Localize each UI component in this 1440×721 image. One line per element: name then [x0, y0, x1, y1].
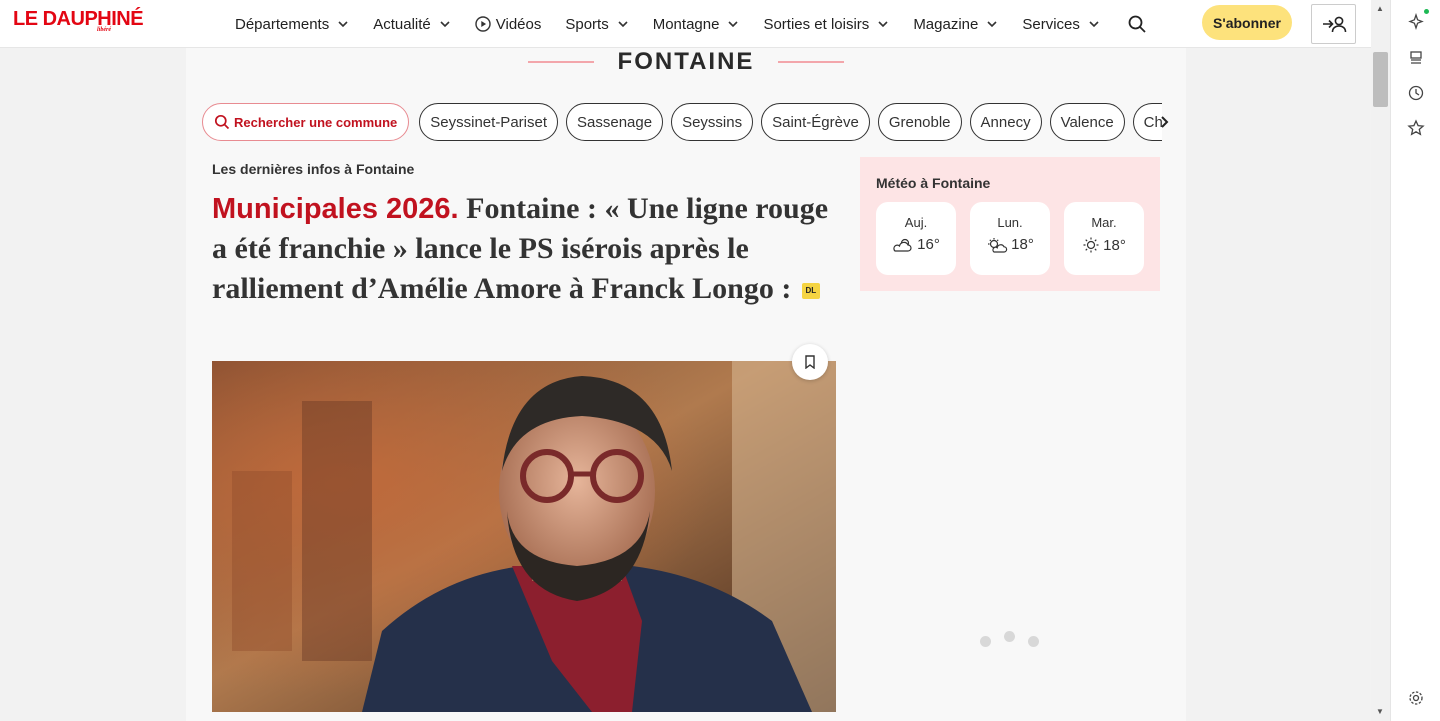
main-nav: Départements Actualité Vidéos Sports Mon…	[235, 0, 1124, 48]
weather-day: Lun.	[997, 215, 1023, 230]
scroll-up-arrow-icon[interactable]: ▲	[1376, 4, 1384, 13]
nav-label: Montagne	[652, 15, 720, 33]
title-rule-left	[527, 61, 594, 63]
chevron-down-icon	[1089, 21, 1099, 28]
star-icon[interactable]	[1407, 119, 1425, 137]
sparkle-icon[interactable]	[1407, 13, 1425, 31]
nav-label: Vidéos	[495, 15, 542, 33]
nav-item-sports[interactable]: Sports	[565, 16, 628, 33]
chevron-down-icon	[440, 21, 450, 28]
article-headline[interactable]: Municipales 2026. Fontaine : « Une ligne…	[212, 189, 836, 309]
loader-dot	[1028, 636, 1039, 647]
weather-title: Météo à Fontaine	[876, 175, 991, 191]
chip-seyssinet-pariset[interactable]: Seyssinet-Pariset	[419, 103, 558, 141]
nav-label: Départements	[235, 15, 330, 33]
nav-item-montagne[interactable]: Montagne	[653, 16, 740, 33]
chevron-down-icon	[618, 21, 628, 28]
article-kicker: Municipales 2026.	[212, 193, 459, 225]
nav-label: Actualité	[373, 15, 431, 33]
sun-behind-cloud-icon	[988, 237, 1008, 253]
weather-card-tuesday[interactable]: Mar. 18°	[1064, 202, 1144, 275]
login-user-icon	[1322, 16, 1346, 33]
history-icon[interactable]	[1407, 84, 1425, 102]
weather-temp: 16°	[917, 236, 940, 253]
chevron-right-icon[interactable]	[1157, 113, 1173, 131]
weather-temp: 18°	[1103, 236, 1126, 254]
nav-label: Magazine	[913, 15, 979, 33]
bookmark-icon	[805, 355, 815, 369]
search-commune-label: Rechercher une commune	[234, 114, 398, 130]
commune-chips: Rechercher une commune Seyssinet-Pariset…	[202, 103, 1162, 141]
weather-card-monday[interactable]: Lun. 18°	[970, 202, 1050, 275]
chevron-down-icon	[338, 21, 348, 28]
loader-dot	[1004, 631, 1015, 642]
weather-card-today[interactable]: Auj. 16°	[876, 202, 956, 275]
title-rule-right	[778, 61, 845, 63]
cloud-sun-icon	[893, 238, 912, 252]
nav-label: Services	[1022, 15, 1080, 33]
chevron-down-icon	[728, 21, 739, 28]
page-title: FONTAINE	[617, 48, 755, 75]
chip-saint-egreve[interactable]: Saint-Égrève	[761, 103, 870, 141]
chip-valence[interactable]: Valence	[1049, 103, 1125, 141]
article-photo[interactable]	[212, 361, 836, 712]
subscribe-button[interactable]: S'abonner	[1202, 5, 1292, 40]
play-circle-icon	[475, 16, 491, 32]
login-button[interactable]	[1311, 4, 1356, 44]
nav-label: Sorties et loisirs	[763, 15, 870, 33]
search-icon[interactable]	[1127, 14, 1147, 34]
sun-icon	[1083, 237, 1099, 253]
main-content: FONTAINE Rechercher une commune Seyssine…	[186, 48, 1186, 721]
weather-widget[interactable]: Météo à Fontaine Auj. 16° Lun. 18° Mar. …	[860, 157, 1160, 291]
search-icon	[214, 114, 230, 130]
chevron-down-icon	[987, 21, 997, 28]
loader-dot	[980, 636, 991, 647]
nav-item-magazine[interactable]: Magazine	[913, 16, 998, 33]
chip-seyssins[interactable]: Seyssins	[671, 103, 754, 141]
nav-item-services[interactable]: Services	[1022, 16, 1100, 33]
chip-sassenage[interactable]: Sassenage	[566, 103, 664, 141]
nav-item-videos[interactable]: Vidéos	[475, 15, 542, 33]
dl-premium-badge: DL	[801, 283, 820, 300]
scroll-thumb[interactable]	[1373, 52, 1388, 107]
site-logo[interactable]: LE DAUPHINÉ libéré	[13, 8, 144, 33]
nav-item-departements[interactable]: Départements	[235, 16, 349, 33]
browser-side-rail	[1390, 0, 1440, 721]
scroll-down-arrow-icon[interactable]: ▼	[1376, 707, 1384, 716]
weather-day: Mar.	[1091, 215, 1117, 230]
page-scrollbar[interactable]: ▲ ▼	[1371, 0, 1390, 721]
portrait-image	[212, 361, 836, 712]
logo-subtext: libéré	[97, 27, 111, 33]
chevron-down-icon	[878, 21, 888, 28]
bookmark-button[interactable]	[792, 344, 828, 380]
search-commune-button[interactable]: Rechercher une commune	[202, 103, 410, 141]
reading-list-icon[interactable]	[1407, 49, 1425, 67]
nav-item-sorties[interactable]: Sorties et loisirs	[763, 16, 889, 33]
chip-annecy[interactable]: Annecy	[969, 103, 1042, 141]
section-header: FONTAINE	[186, 48, 1186, 76]
settings-gear-icon[interactable]	[1407, 689, 1425, 707]
weather-temp: 18°	[1011, 236, 1034, 253]
latest-news-label: Les dernières infos à Fontaine	[212, 161, 415, 177]
nav-item-actualite[interactable]: Actualité	[373, 16, 451, 33]
notification-dot	[1424, 9, 1429, 14]
site-header: LE DAUPHINÉ libéré Départements Actualit…	[0, 0, 1390, 48]
chip-grenoble[interactable]: Grenoble	[877, 103, 962, 141]
nav-label: Sports	[565, 15, 609, 33]
loading-indicator	[980, 631, 1040, 647]
weather-day: Auj.	[904, 215, 928, 230]
logo-text: LE DAUPHINÉ	[13, 8, 144, 30]
